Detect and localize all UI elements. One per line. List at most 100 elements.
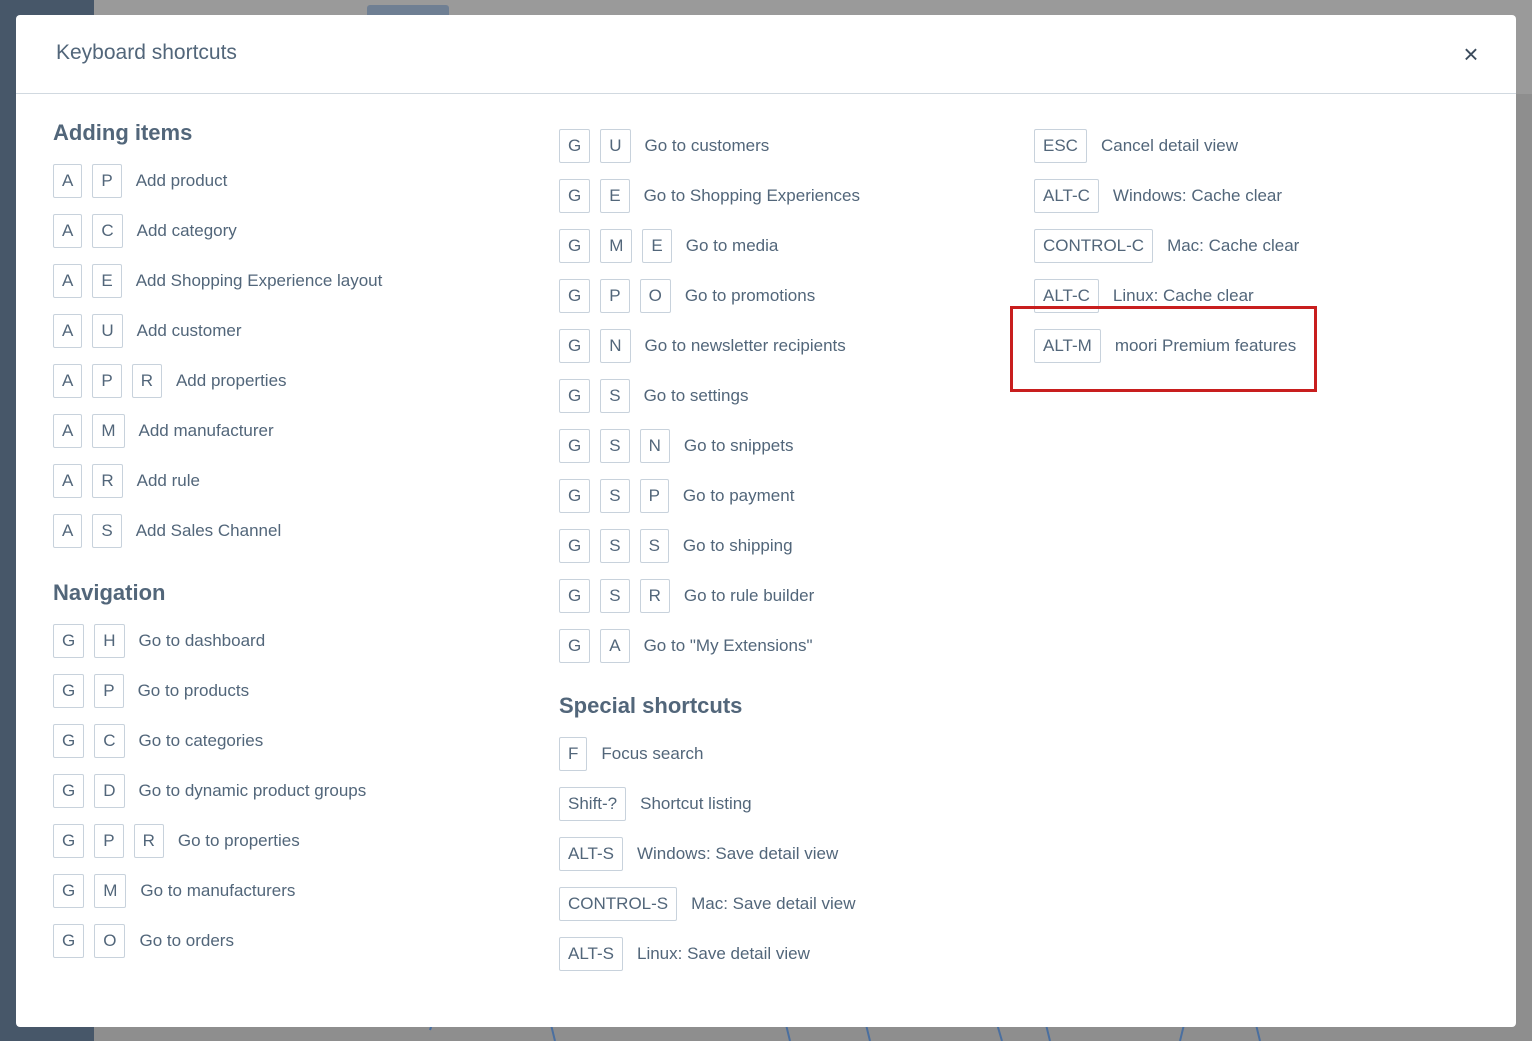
shortcut-row: A U Add customer	[53, 306, 382, 356]
shortcut-key: ALT-C	[1034, 179, 1099, 213]
shortcut-key: O	[639, 279, 671, 313]
shortcut-key: M	[92, 414, 125, 448]
shortcut-label: Go to orders	[139, 931, 234, 950]
shortcut-row: ALT-C Linux: Cache clear	[1034, 271, 1299, 321]
shortcut-row: G U Go to customers	[559, 121, 860, 171]
column-3: ESC Cancel detail view ALT-C Windows: Cache…	[1034, 121, 1299, 371]
navigation-list: G H Go to dashboard G P Go to products G C Go to…	[53, 616, 382, 966]
shortcut-key: O	[94, 924, 126, 958]
shortcut-key: G	[53, 874, 85, 908]
shortcut-key: S	[600, 479, 630, 513]
special-shortcuts-list-continued: ESC Cancel detail view ALT-C Windows: Cache…	[1034, 121, 1299, 371]
shortcut-row: G M E Go to media	[559, 221, 860, 271]
shortcut-label: Add category	[136, 221, 237, 240]
shortcut-key: G	[559, 379, 591, 413]
shortcut-key: R	[92, 464, 123, 498]
shortcut-label: Shortcut listing	[640, 794, 752, 813]
shortcut-row: A C Add category	[53, 206, 382, 256]
shortcut-label: Add manufacturer	[138, 421, 274, 440]
modal-header: Keyboard shortcuts ×	[16, 15, 1516, 94]
shortcut-label: Add rule	[136, 471, 200, 490]
shortcut-key: S	[639, 529, 669, 563]
shortcut-key: G	[53, 724, 85, 758]
shortcut-key: G	[559, 229, 591, 263]
shortcut-key: A	[53, 514, 83, 548]
shortcut-row: A E Add Shopping Experience layout	[53, 256, 382, 306]
shortcut-key: G	[559, 479, 591, 513]
shortcut-row: G H Go to dashboard	[53, 616, 382, 666]
shortcut-key: P	[600, 279, 630, 313]
shortcut-key: E	[92, 264, 122, 298]
shortcut-key: A	[600, 629, 630, 663]
shortcut-row: G S Go to settings	[559, 371, 860, 421]
shortcut-label: Go to Shopping Experiences	[643, 186, 860, 205]
shortcut-row: G M Go to manufacturers	[53, 866, 382, 916]
adding-items-list: A P Add product A C Add category A E Add Shoppin…	[53, 156, 382, 556]
shortcut-key: F	[559, 737, 588, 771]
shortcut-label: Focus search	[601, 744, 704, 763]
shortcut-key: M	[600, 229, 633, 263]
shortcut-row: G C Go to categories	[53, 716, 382, 766]
shortcut-row: F Focus search	[559, 729, 860, 779]
shortcut-key: G	[559, 529, 591, 563]
shortcut-label: Go to snippets	[683, 436, 794, 455]
shortcut-key: N	[600, 329, 631, 363]
shortcut-label: Add Sales Channel	[135, 521, 282, 540]
shortcut-key: U	[600, 129, 631, 163]
shortcut-label: Linux: Cache clear	[1112, 286, 1254, 305]
shortcut-row: G S S Go to shipping	[559, 521, 860, 571]
shortcut-label: Go to properties	[177, 831, 300, 850]
shortcut-key: ALT-S	[559, 937, 623, 971]
shortcut-row: ALT-S Linux: Save detail view	[559, 929, 860, 979]
shortcut-key: P	[639, 479, 669, 513]
shortcut-label: Go to products	[137, 681, 250, 700]
shortcut-key: A	[53, 364, 83, 398]
shortcut-label: Go to "My Extensions"	[643, 636, 813, 655]
shortcut-label: Add Shopping Experience layout	[135, 271, 383, 290]
shortcut-label: Go to dynamic product groups	[138, 781, 367, 800]
shortcut-label: Go to settings	[643, 386, 749, 405]
shortcut-row: CONTROL-S Mac: Save detail view	[559, 879, 860, 929]
shortcut-label: Windows: Cache clear	[1112, 186, 1283, 205]
shortcut-key: G	[559, 329, 591, 363]
shortcut-row: ALT-S Windows: Save detail view	[559, 829, 860, 879]
section-title-navigation: Navigation	[53, 580, 166, 605]
shortcut-row: G S P Go to payment	[559, 471, 860, 521]
shortcut-row: G D Go to dynamic product groups	[53, 766, 382, 816]
shortcut-key: Shift-?	[559, 787, 627, 821]
shortcut-label: Go to categories	[138, 731, 264, 750]
shortcut-label: Go to manufacturers	[140, 881, 296, 900]
special-shortcuts-list: F Focus search Shift-? Shortcut listing ALT-…	[559, 729, 860, 979]
shortcut-row: Shift-? Shortcut listing	[559, 779, 860, 829]
shortcut-label: Add product	[135, 171, 228, 190]
shortcut-key: S	[600, 579, 630, 613]
shortcut-key: S	[600, 529, 630, 563]
shortcut-key: A	[53, 164, 83, 198]
shortcut-label: Go to media	[685, 236, 779, 255]
backdrop-tab	[367, 5, 449, 15]
shortcut-key: ALT-M	[1034, 329, 1101, 363]
section-title-special-shortcuts: Special shortcuts	[559, 693, 743, 718]
shortcut-key: S	[600, 379, 630, 413]
shortcut-label: Mac: Save detail view	[691, 894, 856, 913]
navigation-list-continued: G U Go to customers G E Go to Shopping Experi…	[559, 121, 860, 671]
close-icon[interactable]: ×	[1459, 41, 1483, 67]
shortcut-label: Go to customers	[644, 136, 770, 155]
shortcut-label: Windows: Save detail view	[636, 844, 839, 863]
shortcut-key: ALT-C	[1034, 279, 1099, 313]
shortcut-label: Go to shipping	[682, 536, 793, 555]
shortcut-label: Go to payment	[682, 486, 795, 505]
shortcut-row: G S R Go to rule builder	[559, 571, 860, 621]
shortcut-row: ALT-M moori Premium features	[1034, 321, 1299, 371]
shortcut-row: G P O Go to promotions	[559, 271, 860, 321]
column-2: G U Go to customers G E Go to Shopping Experi…	[559, 121, 860, 979]
shortcut-key: R	[639, 579, 670, 613]
shortcut-row: G O Go to orders	[53, 916, 382, 966]
shortcut-label: moori Premium features	[1114, 336, 1297, 355]
shortcut-label: Go to rule builder	[683, 586, 815, 605]
shortcut-key: N	[639, 429, 670, 463]
shortcut-label: Go to dashboard	[138, 631, 266, 650]
keyboard-shortcuts-modal: Keyboard shortcuts × Adding items A P Add …	[16, 15, 1516, 1027]
shortcut-label: Linux: Save detail view	[636, 944, 810, 963]
shortcut-row: G P Go to products	[53, 666, 382, 716]
